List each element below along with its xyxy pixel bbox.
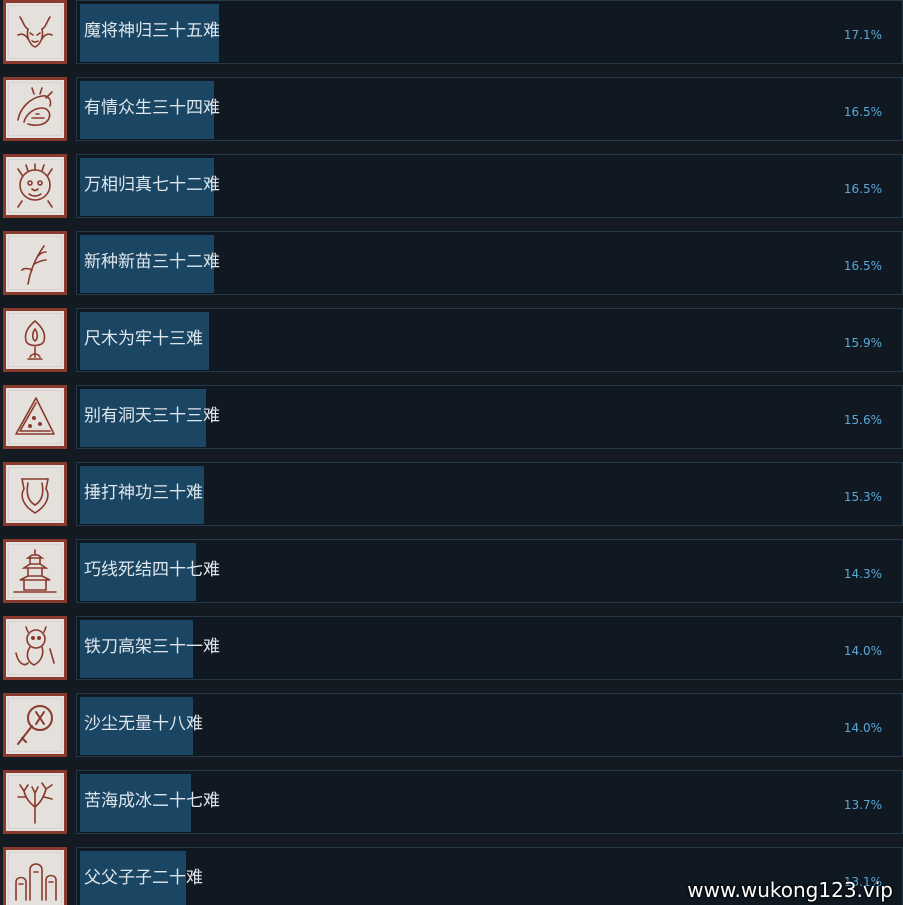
achievement-row[interactable]: 魔将神归三十五难 17.1% <box>0 0 903 77</box>
achievement-name: 父父子子二十难 <box>84 868 203 888</box>
progress-bar: 万相归真七十二难 16.5% <box>76 154 903 218</box>
site-watermark: www.wukong123.vip <box>687 878 893 902</box>
bell-shield-icon <box>3 462 67 526</box>
achievement-percent: 14.0% <box>843 721 882 735</box>
pagoda-icon <box>3 539 67 603</box>
stone-figures-icon <box>3 847 67 905</box>
achievement-percent: 13.7% <box>843 798 882 812</box>
achievement-name: 别有洞天三十三难 <box>84 406 220 426</box>
achievement-name: 魔将神归三十五难 <box>84 21 220 41</box>
achievement-name: 新种新苗三十二难 <box>84 252 220 272</box>
progress-bar: 巧线死结四十七难 14.3% <box>76 539 903 603</box>
progress-bar: 苦海成冰二十七难 13.7% <box>76 770 903 834</box>
progress-bar: 别有洞天三十三难 15.6% <box>76 385 903 449</box>
sprout-icon <box>3 231 67 295</box>
achievement-percent: 14.0% <box>843 644 882 658</box>
achievement-name: 铁刀高架三十一难 <box>84 637 220 657</box>
progress-bar: 捶打神功三十难 15.3% <box>76 462 903 526</box>
achievement-percent: 15.3% <box>843 490 882 504</box>
watermelon-icon <box>3 385 67 449</box>
coral-tree-icon <box>3 770 67 834</box>
achievement-percent: 16.5% <box>843 259 882 273</box>
achievement-row[interactable]: 别有洞天三十三难 15.6% <box>0 385 903 462</box>
achievement-percent: 16.5% <box>843 105 882 119</box>
achievement-percent: 17.1% <box>843 28 882 42</box>
dragon-creature-icon <box>3 77 67 141</box>
progress-bar: 有情众生三十四难 16.5% <box>76 77 903 141</box>
achievement-name: 万相归真七十二难 <box>84 175 220 195</box>
rat-figure-icon <box>3 616 67 680</box>
progress-bar: 新种新苗三十二难 16.5% <box>76 231 903 295</box>
achievement-row[interactable]: 有情众生三十四难 16.5% <box>0 77 903 154</box>
achievement-name: 尺木为牢十三难 <box>84 329 203 349</box>
achievement-name: 沙尘无量十八难 <box>84 714 203 734</box>
achievement-name: 有情众生三十四难 <box>84 98 220 118</box>
achievement-percent: 15.6% <box>843 413 882 427</box>
achievement-row[interactable]: 苦海成冰二十七难 13.7% <box>0 770 903 847</box>
magnifier-icon <box>3 693 67 757</box>
achievement-row[interactable]: 铁刀高架三十一难 14.0% <box>0 616 903 693</box>
achievement-name: 巧线死结四十七难 <box>84 560 220 580</box>
achievement-row[interactable]: 尺木为牢十三难 15.9% <box>0 308 903 385</box>
progress-bar: 魔将神归三十五难 17.1% <box>76 0 903 64</box>
progress-bar: 沙尘无量十八难 14.0% <box>76 693 903 757</box>
achievement-name: 捶打神功三十难 <box>84 483 203 503</box>
flame-tree-icon <box>3 308 67 372</box>
achievement-name: 苦海成冰二十七难 <box>84 791 220 811</box>
monkey-face-icon <box>3 154 67 218</box>
achievement-row[interactable]: 巧线死结四十七难 14.3% <box>0 539 903 616</box>
progress-bar: 尺木为牢十三难 15.9% <box>76 308 903 372</box>
achievement-row[interactable]: 新种新苗三十二难 16.5% <box>0 231 903 308</box>
achievement-list: 魔将神归三十五难 17.1% 有情众生三十四难 16.5% 万相归真七十二难 1… <box>0 0 903 905</box>
achievement-row[interactable]: 万相归真七十二难 16.5% <box>0 154 903 231</box>
demon-general-icon <box>3 0 67 64</box>
achievement-percent: 14.3% <box>843 567 882 581</box>
achievement-row[interactable]: 沙尘无量十八难 14.0% <box>0 693 903 770</box>
progress-bar: 铁刀高架三十一难 14.0% <box>76 616 903 680</box>
achievement-row[interactable]: 捶打神功三十难 15.3% <box>0 462 903 539</box>
achievement-percent: 15.9% <box>843 336 882 350</box>
achievement-percent: 16.5% <box>843 182 882 196</box>
